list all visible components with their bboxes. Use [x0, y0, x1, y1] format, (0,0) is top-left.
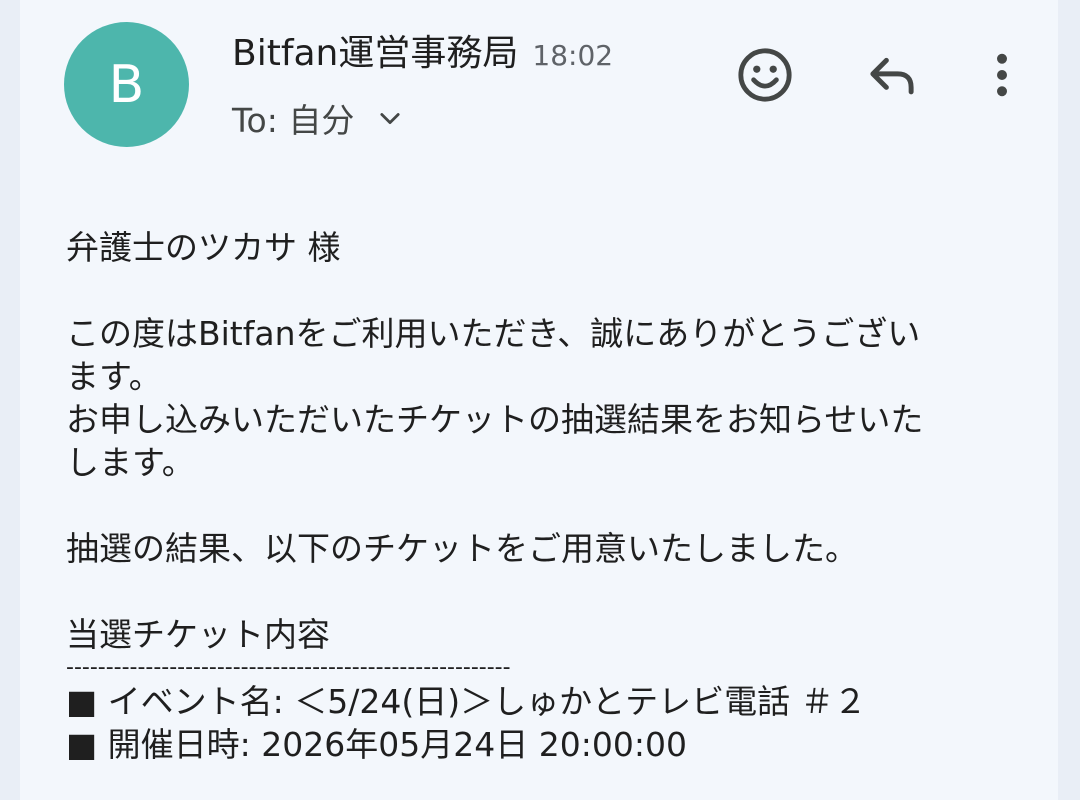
chevron-down-icon — [380, 113, 400, 125]
salutation: 弁護士のツカサ 様 — [66, 228, 341, 267]
email-time: 18:02 — [532, 39, 614, 72]
add-reaction-button[interactable] — [733, 43, 797, 107]
divider-line: ----------------------------------------… — [66, 656, 511, 680]
more-vert-icon — [997, 53, 1007, 97]
avatar-letter: B — [108, 54, 145, 115]
recipients-toggle[interactable]: To: 自分 — [232, 94, 404, 142]
sender-name[interactable]: Bitfan運営事務局 — [232, 24, 518, 76]
intro-line-2: ます。 — [66, 357, 162, 396]
intro-line-1: この度はBitfanをご利用いただき、誠にありがとうござい — [66, 314, 921, 353]
smiley-icon — [738, 48, 792, 102]
section-title: 当選チケット内容 — [66, 615, 330, 654]
more-options-button[interactable] — [970, 43, 1034, 107]
email-body: 弁護士のツカサ 様 この度はBitfanをご利用いただき、誠にありがとうござい … — [66, 226, 1016, 766]
event-date-line: ■ 開催日時: 2026年05月24日 20:00:00 — [66, 725, 687, 764]
reply-button[interactable] — [860, 43, 924, 107]
sender-avatar[interactable]: B — [64, 22, 189, 147]
event-name-line: ■ イベント名: ＜5/24(日)＞しゅかとテレビ電話 ＃２ — [66, 682, 867, 721]
sender-line: Bitfan運営事務局 18:02 — [232, 24, 614, 74]
result-line: 抽選の結果、以下のチケットをご用意いたしました。 — [66, 529, 858, 568]
reply-icon — [870, 57, 914, 95]
to-label: To: 自分 — [232, 101, 355, 140]
notice-line-1: お申し込みいただいたチケットの抽選結果をお知らせいた — [66, 400, 924, 439]
notice-line-2: します。 — [66, 443, 195, 482]
